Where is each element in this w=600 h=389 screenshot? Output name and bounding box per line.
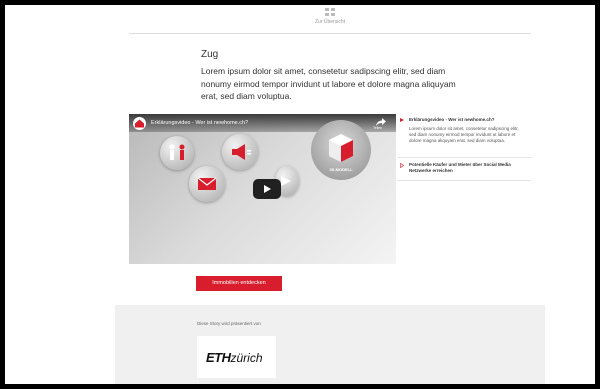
- house-logo-icon: [135, 119, 144, 128]
- megaphone-icon: [232, 144, 251, 160]
- play-outline-icon: [400, 163, 404, 168]
- share-icon[interactable]: [376, 118, 386, 126]
- top-nav: Zur Übersicht: [129, 5, 531, 34]
- sponsor-logo-box[interactable]: ETHzürich: [197, 336, 276, 378]
- channel-logo[interactable]: [133, 117, 146, 130]
- model-bubble: 3S-MODELL: [311, 120, 371, 180]
- share-label: Teilen: [373, 126, 383, 130]
- mail-bubble: [189, 166, 225, 202]
- video-player[interactable]: Erklärungsvideo - Wer ist newhome.ch? Te…: [129, 114, 396, 264]
- people-icon: [169, 144, 185, 160]
- story-title: Zug: [201, 49, 219, 60]
- logo-light-text: zürich: [230, 351, 263, 365]
- story-lead: Lorem ipsum dolor sit amet, consetetur s…: [201, 66, 456, 101]
- overview-link[interactable]: Zur Übersicht: [129, 19, 531, 25]
- eth-zurich-logo: ETHzürich: [206, 349, 263, 367]
- playlist-divider: [397, 180, 531, 181]
- playlist-item-title[interactable]: Potentielle Käufer und Mieter über Socia…: [409, 162, 529, 174]
- sponsor-footer: Diese Story wird präsentiert von ETHzüri…: [115, 305, 545, 384]
- playlist-divider: [397, 157, 531, 158]
- play-button[interactable]: [253, 179, 281, 199]
- megaphone-bubble: [222, 134, 258, 170]
- presented-by-label: Diese Story wird präsentiert von: [197, 321, 261, 326]
- video-title[interactable]: Erklärungsvideo - Wer ist newhome.ch?: [151, 120, 248, 126]
- playing-arrow-icon: [400, 118, 404, 122]
- grid-icon[interactable]: [325, 8, 335, 16]
- page-frame: Zur Übersicht Zug Lorem ipsum dolor sit …: [5, 5, 595, 384]
- people-bubble: [160, 136, 194, 170]
- playlist-item-description: Lorem ipsum dolor sit amet, consetetur s…: [409, 126, 519, 143]
- play-icon: [264, 185, 271, 193]
- logo-bold-text: ETH: [206, 350, 231, 365]
- explore-properties-button[interactable]: Immobilien entdecken: [196, 276, 282, 291]
- mail-icon: [197, 177, 217, 190]
- playlist-item-title[interactable]: Erklärungsvideo - Wer ist newhome.ch?: [409, 117, 529, 123]
- model-label: 3S-MODELL: [329, 167, 353, 172]
